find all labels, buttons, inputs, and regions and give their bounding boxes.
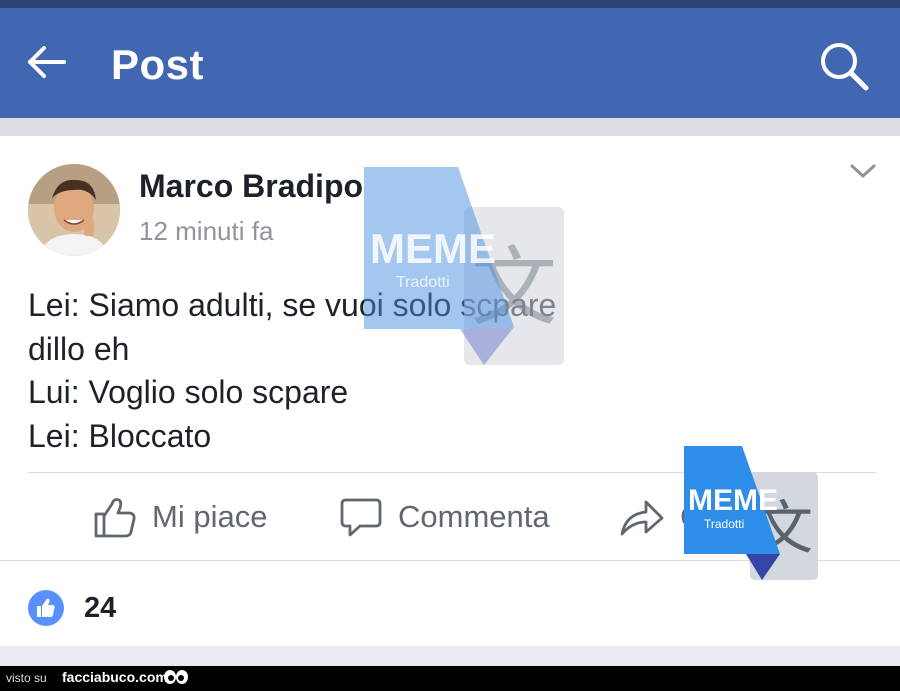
meme-tradotti-watermark: 文 MEME Tradotti bbox=[684, 446, 818, 580]
comment-label: Commenta bbox=[398, 499, 550, 534]
share-icon bbox=[620, 500, 664, 536]
watermark-brand: MEME bbox=[688, 484, 778, 517]
post-menu-button[interactable] bbox=[848, 160, 878, 182]
search-icon bbox=[821, 43, 869, 91]
thumbs-up-icon bbox=[94, 498, 136, 538]
search-button[interactable] bbox=[816, 38, 872, 94]
separator bbox=[0, 646, 900, 666]
like-label: Mi piace bbox=[152, 499, 268, 534]
reactions-summary[interactable]: 24 bbox=[28, 588, 116, 628]
meme-tradotti-watermark: 文 MEME Tradotti bbox=[364, 167, 564, 365]
comment-button[interactable]: Commenta bbox=[338, 488, 550, 546]
footer-bar: visto su facciabuco.com bbox=[0, 666, 900, 691]
watermark-sub: Tradotti bbox=[704, 517, 744, 531]
post-line: Lui: Voglio solo scpare bbox=[28, 374, 349, 410]
footer-site-link[interactable]: facciabuco.com bbox=[62, 669, 168, 685]
watermark-sub: Tradotti bbox=[396, 274, 450, 291]
app-bar: Post bbox=[0, 8, 900, 118]
like-count: 24 bbox=[84, 591, 117, 624]
footer-prefix: visto su bbox=[6, 671, 47, 685]
separator bbox=[0, 118, 900, 136]
watermark-brand: MEME bbox=[370, 225, 496, 272]
like-reaction-badge bbox=[28, 590, 64, 626]
back-button[interactable] bbox=[24, 40, 68, 84]
thumbs-up-icon bbox=[37, 598, 55, 617]
profile-photo bbox=[28, 164, 120, 256]
post-timestamp[interactable]: 12 minuti fa bbox=[139, 216, 273, 247]
like-button[interactable]: Mi piace bbox=[92, 488, 267, 546]
comment-icon bbox=[340, 498, 382, 537]
page-title: Post bbox=[111, 41, 205, 88]
eyes-logo-icon bbox=[164, 670, 188, 684]
avatar[interactable] bbox=[28, 164, 120, 256]
arrow-left-icon bbox=[28, 46, 66, 78]
chevron-down-icon bbox=[850, 164, 876, 178]
author-name[interactable]: Marco Bradipo bbox=[139, 168, 363, 205]
status-bar bbox=[0, 0, 900, 8]
